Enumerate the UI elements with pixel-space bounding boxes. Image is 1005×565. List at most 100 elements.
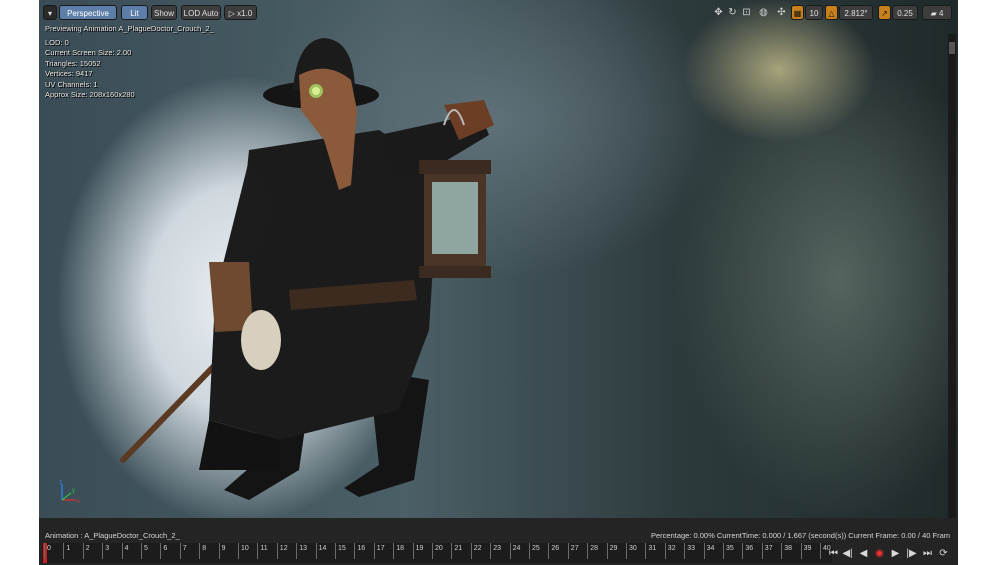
frame-tick [315, 543, 317, 559]
grid-icon: ▦ [793, 9, 802, 18]
camera-icon: ▰ [930, 9, 937, 18]
frame-tick-label: 38 [784, 545, 792, 552]
frame-tick [723, 543, 724, 559]
frame-tick-label: 14 [318, 545, 327, 552]
screen-size-stat: Current Screen Size: 2.00 [45, 48, 132, 57]
play-icon[interactable]: ▶ [889, 546, 902, 562]
frame-tick [587, 543, 589, 559]
play-speed-icon: ▷ [228, 9, 235, 18]
svg-text:y: y [72, 488, 75, 494]
frame-tick [742, 543, 744, 559]
frame-tick-label: 18 [396, 545, 404, 552]
timeline-info: Animation : A_PlagueDoctor_Crouch_2_ Per… [45, 530, 950, 541]
play-reverse-icon[interactable]: ◀ [857, 546, 870, 562]
frame-tick-label: 15 [338, 545, 346, 552]
scale-snap-value[interactable]: 0.25 [892, 5, 918, 20]
frame-tick-label: 11 [260, 545, 268, 552]
translate-icon[interactable]: ✥ [712, 6, 725, 19]
frame-tick-label: 36 [745, 545, 754, 552]
camera-speed-label: 4 [938, 9, 944, 18]
frame-tick [257, 543, 259, 559]
frame-tick [470, 543, 472, 559]
lit-button[interactable]: Lit [121, 5, 148, 20]
frame-tick-label: 23 [493, 545, 501, 552]
frame-tick-label: 10 [241, 545, 249, 552]
viewport-menu-button[interactable]: ▾ [43, 5, 57, 20]
frame-tick [781, 543, 783, 559]
frame-tick [820, 543, 821, 559]
show-button[interactable]: Show [151, 5, 177, 20]
lod-stat: LOD: 0 [45, 37, 69, 47]
frame-tick-label: 20 [435, 545, 443, 552]
playback-controls: ⏮ ◀| ◀ ◉ ▶ |▶ ⏭ ⟳ [827, 546, 955, 562]
surface-snap-icon[interactable]: ✣ [775, 6, 788, 19]
camera-speed-button[interactable]: ▰ 4 [922, 5, 952, 20]
step-forward-icon[interactable]: |▶ [905, 546, 918, 562]
rotate-snap-toggle[interactable]: △ [825, 5, 838, 20]
rotate-snap-value-label: 2.812° [844, 9, 868, 18]
frame-tick [626, 543, 627, 559]
frame-tick-label: 26 [551, 545, 560, 552]
scale-snap-toggle[interactable]: ↗ [878, 5, 891, 20]
step-back-icon[interactable]: ◀| [841, 546, 854, 562]
frame-tick-label: 2 [85, 545, 90, 552]
frame-tick-label: 6 [163, 545, 168, 552]
skip-to-start-icon[interactable]: ⏮ [827, 546, 840, 562]
viewport-toolbar: ▾ Perspective Lit Show LOD Auto ▷ x1.0 ✥… [39, 0, 958, 22]
frame-tick [451, 543, 453, 559]
frame-tick [102, 543, 104, 559]
frame-tick-label: 27 [570, 545, 579, 552]
frame-tick [548, 543, 550, 559]
uv-channels-stat: UV Channels: 1 [45, 79, 98, 89]
show-label: Show [153, 9, 174, 18]
frame-tick-label: 0 [47, 545, 51, 552]
grid-snap-toggle[interactable]: ▦ [791, 5, 804, 20]
lod-button[interactable]: LOD Auto [181, 5, 221, 20]
approx-size-stat: Approx Size: 208x160x280 [45, 90, 135, 99]
animation-name: Animation : A_PlagueDoctor_Crouch_2_ [45, 531, 180, 540]
frame-tick [218, 543, 220, 559]
rotate-icon[interactable]: ↻ [726, 6, 739, 19]
frame-tick [664, 543, 666, 559]
skip-to-end-icon[interactable]: ⏭ [921, 546, 934, 562]
vertices-stat: Vertices: 9417 [45, 69, 93, 78]
frame-tick [703, 543, 705, 559]
playback-speed-label: x1.0 [237, 9, 253, 18]
lit-label: Lit [130, 9, 139, 18]
viewport-stats: Previewing Animation A_PlagueDoctor_Crou… [45, 24, 214, 101]
frame-tick-label: 21 [454, 545, 463, 552]
record-icon[interactable]: ◉ [873, 546, 886, 562]
frame-tick-label: 24 [512, 545, 521, 552]
world-space-icon[interactable]: ◍ [757, 6, 770, 19]
playback-speed-button[interactable]: ▷ x1.0 [224, 5, 257, 20]
frame-tick-label: 5 [144, 545, 148, 552]
frame-tick [509, 543, 511, 559]
chevron-down-icon: ▾ [47, 9, 52, 18]
viewport-scrollbar[interactable] [948, 34, 956, 518]
frame-tick [432, 543, 433, 559]
frame-tick-label: 12 [279, 545, 288, 552]
scale-icon[interactable]: ⊡ [740, 6, 753, 19]
axis-gizmo-icon: z y x [59, 480, 80, 505]
loop-icon[interactable]: ⟳ [937, 546, 950, 562]
frame-tick-label: 25 [532, 545, 540, 552]
frame-ruler[interactable]: 0 1 2 3 4 5 6 7 8 9 10 11 12 13 14 15 16 17 18 19 20 21 22 23 24… [42, 543, 832, 563]
frame-tick [645, 543, 647, 559]
animation-viewport[interactable]: ▾ Perspective Lit Show LOD Auto ▷ x1.0 ✥… [39, 0, 958, 518]
frame-tick-label: 22 [473, 545, 482, 552]
grid-snap-value[interactable]: 10 [805, 5, 823, 20]
rotate-snap-value[interactable]: 2.812° [839, 5, 873, 20]
grid-snap-value-label: 10 [809, 9, 819, 18]
scrollbar-thumb[interactable] [949, 42, 955, 54]
perspective-button[interactable]: Perspective [59, 5, 117, 20]
timeline-panel: Animation : A_PlagueDoctor_Crouch_2_ Per… [39, 518, 958, 565]
perspective-label: Perspective [67, 9, 109, 18]
frame-tick-label: 30 [629, 545, 637, 552]
lod-label: LOD Auto [183, 9, 219, 18]
frame-tick-label: 16 [357, 545, 366, 552]
frame-tick-label: 32 [667, 545, 676, 552]
previewing-text: Previewing Animation A_PlagueDoctor_Crou… [45, 24, 214, 33]
frame-tick [238, 543, 239, 559]
frame-tick-label: 1 [66, 545, 71, 552]
frame-tick-label: 34 [706, 545, 715, 552]
